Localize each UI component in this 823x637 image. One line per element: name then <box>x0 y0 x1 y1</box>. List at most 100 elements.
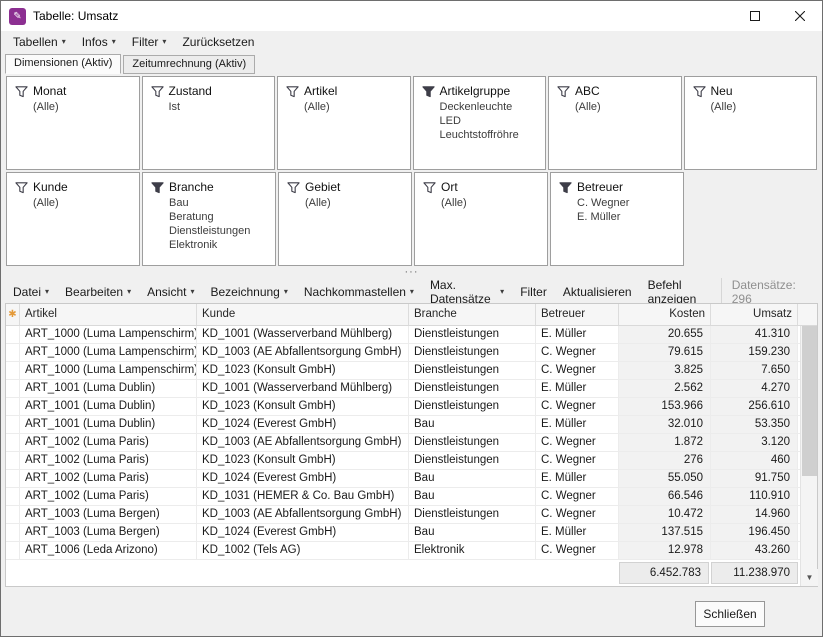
dimension-value: Dienstleistungen <box>169 224 267 238</box>
cell-umsatz: 7.650 <box>711 362 798 379</box>
tab-strip: Dimensionen (Aktiv) Zeitumrechnung (Akti… <box>1 53 822 74</box>
tab-dimensionen[interactable]: Dimensionen (Aktiv) <box>5 54 121 74</box>
toolbar-item-datei[interactable]: Datei ▾ <box>5 280 57 304</box>
dimension-card-artikelgruppe[interactable]: Artikelgruppe DeckenleuchteLEDLeuchtstof… <box>413 76 547 170</box>
dimension-card-branche[interactable]: Branche BauBeratungDienstleistungenElekt… <box>142 172 276 266</box>
scroll-down-button[interactable]: ▼ <box>801 569 818 586</box>
close-button[interactable] <box>777 1 822 31</box>
funnel-icon <box>693 85 706 98</box>
dimension-value: (Alle) <box>33 196 131 210</box>
table-row[interactable]: ART_1002 (Luma Paris) KD_1023 (Konsult G… <box>6 452 817 470</box>
toolbar-item-bearbeiten[interactable]: Bearbeiten ▾ <box>57 280 139 304</box>
cell-kunde: KD_1001 (Wasserverband Mühlberg) <box>197 380 409 397</box>
table-row[interactable]: ART_1006 (Leda Arizono) KD_1002 (Tels AG… <box>6 542 817 560</box>
toolbar-item-nachkommastellen[interactable]: Nachkommastellen ▾ <box>296 280 422 304</box>
toolbar-item-label: Bearbeiten <box>65 285 123 299</box>
menu-item-zuruecksetzen[interactable]: Zurücksetzen <box>174 31 262 53</box>
table-row[interactable]: ART_1003 (Luma Bergen) KD_1024 (Everest … <box>6 524 817 542</box>
row-selector[interactable] <box>6 434 20 451</box>
menu-item-filter[interactable]: Filter ▾ <box>124 31 175 53</box>
menu-item-label: Tabellen <box>13 35 58 49</box>
toolbar-item-befehl-anzeigen[interactable]: Befehl anzeigen <box>640 280 721 304</box>
column-header-kunde[interactable]: Kunde <box>197 304 409 325</box>
toolbar-item-filter[interactable]: Filter <box>512 280 555 304</box>
tab-zeitumrechnung[interactable]: Zeitumrechnung (Aktiv) <box>123 55 255 74</box>
cell-branche: Dienstleistungen <box>409 452 536 469</box>
table-row[interactable]: ART_1000 (Luma Lampenschirm) KD_1003 (AE… <box>6 344 817 362</box>
row-selector[interactable] <box>6 380 20 397</box>
row-selector[interactable] <box>6 398 20 415</box>
table-row[interactable]: ART_1003 (Luma Bergen) KD_1003 (AE Abfal… <box>6 506 817 524</box>
dimension-card-zustand[interactable]: Zustand Ist <box>142 76 276 170</box>
dimension-value: Leuchtstoffröhre <box>440 128 538 142</box>
dimension-name: Ort <box>441 180 458 194</box>
cell-betreuer: E. Müller <box>536 416 619 433</box>
funnel-icon <box>151 85 164 98</box>
cell-umsatz: 14.960 <box>711 506 798 523</box>
total-umsatz: 11.238.970 <box>711 562 798 584</box>
toolbar-item-max-datensaetze[interactable]: Max. Datensätze ▾ <box>422 280 512 304</box>
dimension-card-ort[interactable]: Ort (Alle) <box>414 172 548 266</box>
column-header-betreuer[interactable]: Betreuer <box>536 304 619 325</box>
cell-betreuer: E. Müller <box>536 470 619 487</box>
tab-label: Zeitumrechnung (Aktiv) <box>132 58 246 70</box>
cell-kosten: 2.562 <box>619 380 711 397</box>
cell-umsatz: 53.350 <box>711 416 798 433</box>
table-row[interactable]: ART_1002 (Luma Paris) KD_1024 (Everest G… <box>6 470 817 488</box>
table-row[interactable]: ART_1002 (Luma Paris) KD_1031 (HEMER & C… <box>6 488 817 506</box>
scrollbar-thumb[interactable] <box>802 326 817 476</box>
dimension-value: E. Müller <box>577 210 675 224</box>
dimension-values: (Alle) <box>33 196 131 210</box>
vertical-scrollbar[interactable]: ▼ <box>800 326 817 586</box>
table-row[interactable]: ART_1000 (Luma Lampenschirm) KD_1023 (Ko… <box>6 362 817 380</box>
column-header-kosten[interactable]: Kosten <box>619 304 711 325</box>
dimension-card-monat[interactable]: Monat (Alle) <box>6 76 140 170</box>
menu-item-infos[interactable]: Infos ▾ <box>74 31 124 53</box>
row-selector[interactable] <box>6 326 20 343</box>
dimension-card-betreuer[interactable]: Betreuer C. WegnerE. Müller <box>550 172 684 266</box>
menu-item-tabellen[interactable]: Tabellen ▾ <box>5 31 74 53</box>
dimension-card-gebiet[interactable]: Gebiet (Alle) <box>278 172 412 266</box>
dimension-card-artikel[interactable]: Artikel (Alle) <box>277 76 411 170</box>
toolbar-item-label: Max. Datensätze <box>430 278 496 306</box>
row-selector[interactable] <box>6 362 20 379</box>
row-selector[interactable] <box>6 344 20 361</box>
cell-umsatz: 196.450 <box>711 524 798 541</box>
dimension-card-kunde[interactable]: Kunde (Alle) <box>6 172 140 266</box>
close-dialog-button[interactable]: Schließen <box>695 601 765 627</box>
dimension-card-abc[interactable]: ABC (Alle) <box>548 76 682 170</box>
row-selector[interactable] <box>6 542 20 559</box>
row-selector[interactable] <box>6 416 20 433</box>
table-row[interactable]: ART_1001 (Luma Dublin) KD_1023 (Konsult … <box>6 398 817 416</box>
cell-umsatz: 159.230 <box>711 344 798 361</box>
cell-branche: Dienstleistungen <box>409 506 536 523</box>
cell-betreuer: C. Wegner <box>536 344 619 361</box>
toolbar-item-bezeichnung[interactable]: Bezeichnung ▾ <box>202 280 295 304</box>
cell-kunde: KD_1023 (Konsult GmbH) <box>197 452 409 469</box>
table-toolbar: Datei ▾ Bearbeiten ▾ Ansicht ▾ Bezeichnu… <box>1 280 822 304</box>
toolbar-item-aktualisieren[interactable]: Aktualisieren <box>555 280 640 304</box>
row-selector[interactable] <box>6 452 20 469</box>
cell-kosten: 153.966 <box>619 398 711 415</box>
menubar: Tabellen ▾ Infos ▾ Filter ▾ Zurücksetzen <box>1 31 822 53</box>
column-header-artikel[interactable]: Artikel <box>20 304 197 325</box>
maximize-button[interactable] <box>732 1 777 31</box>
row-selector[interactable] <box>6 524 20 541</box>
table-row[interactable]: ART_1002 (Luma Paris) KD_1003 (AE Abfall… <box>6 434 817 452</box>
column-header-umsatz[interactable]: Umsatz <box>711 304 798 325</box>
dimension-card-neu[interactable]: Neu (Alle) <box>684 76 818 170</box>
row-selector[interactable] <box>6 506 20 523</box>
table-row[interactable]: ART_1001 (Luma Dublin) KD_1001 (Wasserve… <box>6 380 817 398</box>
row-selector[interactable] <box>6 470 20 487</box>
dimension-value: (Alle) <box>33 100 131 114</box>
cell-artikel: ART_1002 (Luma Paris) <box>20 470 197 487</box>
dimension-value: Deckenleuchte <box>440 100 538 114</box>
column-header-branche[interactable]: Branche <box>409 304 536 325</box>
chevron-down-icon: ▾ <box>500 288 504 296</box>
dimension-values: (Alle) <box>711 100 809 114</box>
table-row[interactable]: ART_1000 (Luma Lampenschirm) KD_1001 (Wa… <box>6 326 817 344</box>
table-row[interactable]: ART_1001 (Luma Dublin) KD_1024 (Everest … <box>6 416 817 434</box>
toolbar-item-ansicht[interactable]: Ansicht ▾ <box>139 280 202 304</box>
cell-kosten: 66.546 <box>619 488 711 505</box>
row-selector[interactable] <box>6 488 20 505</box>
